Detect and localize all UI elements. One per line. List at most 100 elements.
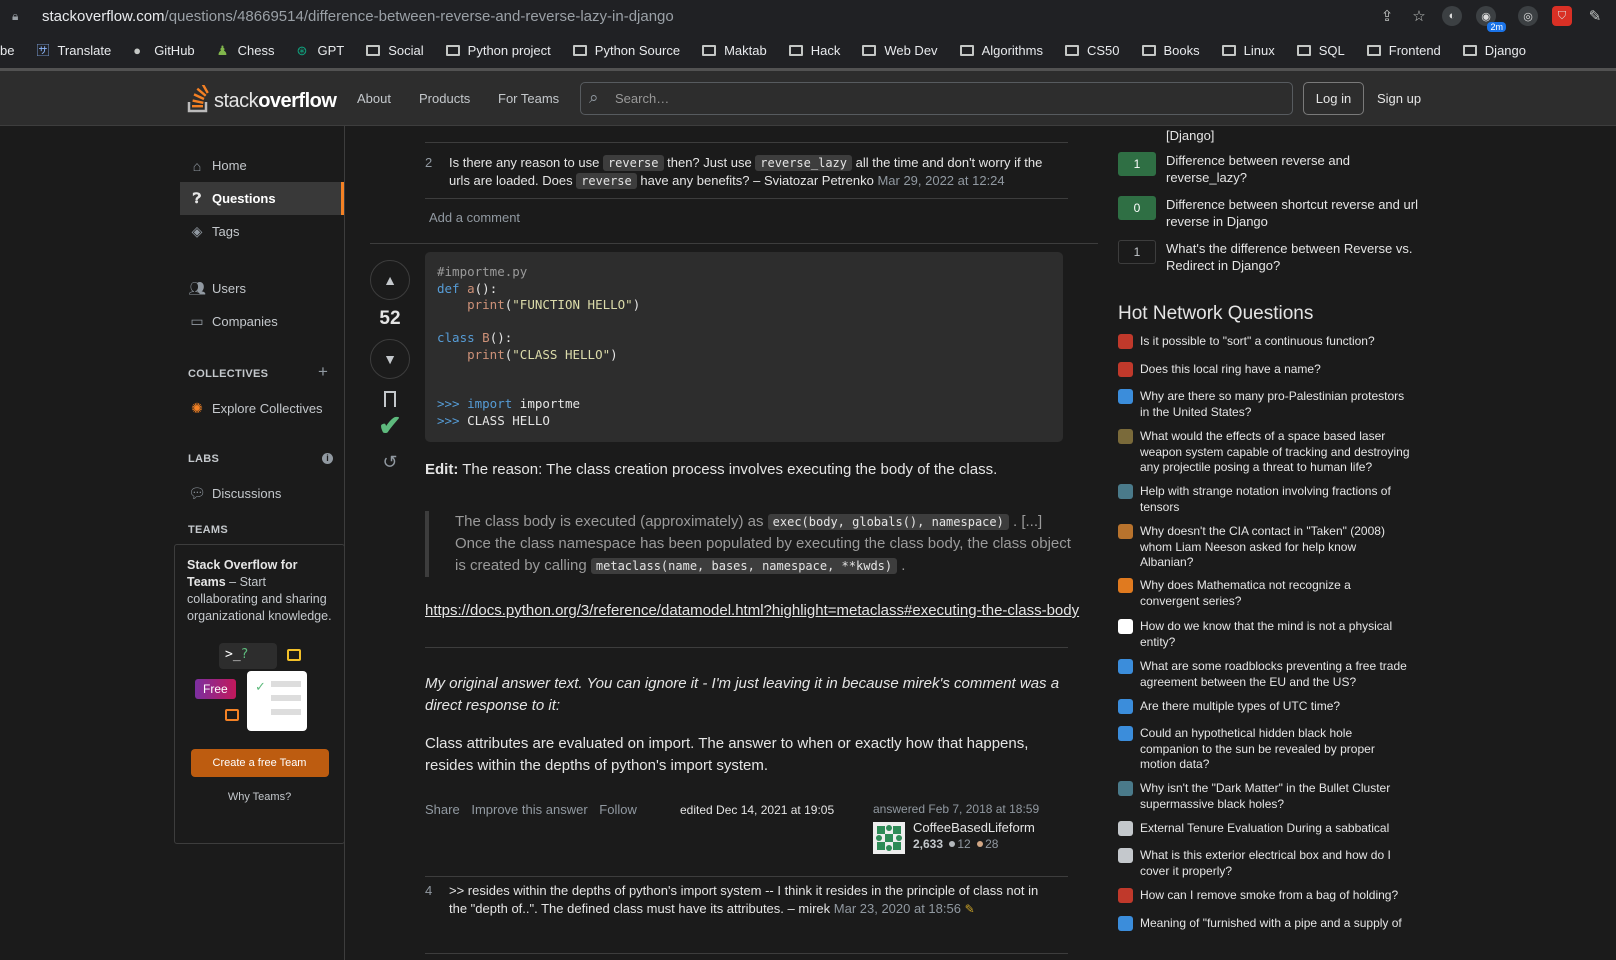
bookmark-item[interactable]: Python Source xyxy=(572,43,680,58)
bookmark-item[interactable]: Books xyxy=(1141,43,1200,58)
hot-network-title: Hot Network Questions xyxy=(1118,303,1314,324)
create-team-button[interactable]: Create a free Team xyxy=(190,749,329,777)
related-title[interactable]: Difference between reverse and reverse_l… xyxy=(1166,152,1418,186)
bookmark-item[interactable]: ⊛ GPT xyxy=(297,43,345,58)
hot-question-title[interactable]: Meaning of "furnished with a pipe and a … xyxy=(1140,916,1410,932)
share-icon[interactable]: ⇪ xyxy=(1378,7,1396,25)
sidebar-item-home[interactable]: ⌂ Home xyxy=(180,149,344,182)
inline-code: reverse xyxy=(576,173,637,189)
hot-question-title[interactable]: Why are there so many pro-Palestinian pr… xyxy=(1140,389,1410,420)
bookmark-item[interactable]: SQL xyxy=(1296,43,1345,58)
edited-link[interactable]: edited Dec 14, 2021 at 19:05 xyxy=(680,803,834,817)
related-fragment[interactable]: [Django] xyxy=(1166,128,1214,143)
bookmark-item[interactable]: Linux xyxy=(1221,43,1275,58)
hot-question-title[interactable]: Why doesn't the CIA contact in "Taken" (… xyxy=(1140,524,1410,571)
comment-author[interactable]: mirek xyxy=(798,901,830,916)
add-collective-icon[interactable]: + xyxy=(318,362,328,382)
bookmark-item[interactable]: ● GitHub xyxy=(133,43,194,58)
math-site-icon xyxy=(1118,362,1133,377)
sidebar-item-questions[interactable]: ❓︎ Questions xyxy=(180,182,344,215)
improve-link[interactable]: Improve this answer xyxy=(471,802,587,817)
comment-body: Is there any reason to use reverse then?… xyxy=(449,154,1059,190)
bookmark-item[interactable]: Django xyxy=(1462,43,1526,58)
info-icon[interactable]: i xyxy=(322,453,333,464)
answer-divider xyxy=(370,243,1098,244)
related-title[interactable]: What's the difference between Reverse vs… xyxy=(1166,240,1418,274)
why-teams-link[interactable]: Why Teams? xyxy=(187,791,332,803)
hot-question-title[interactable]: Why does Mathematica not recognize a con… xyxy=(1140,578,1410,609)
bookmark-item[interactable]: CS50 xyxy=(1064,43,1120,58)
star-icon[interactable]: ☆ xyxy=(1410,7,1428,25)
follow-link[interactable]: Follow xyxy=(599,802,637,817)
answered-date: answered Feb 7, 2018 at 18:59 xyxy=(873,802,1040,816)
bronze-badge-count: 28 xyxy=(985,837,999,851)
upvote-button[interactable]: ▲ xyxy=(370,260,410,300)
nav-about[interactable]: About xyxy=(357,71,391,126)
sidebar-item-tags[interactable]: ◈ Tags xyxy=(180,215,344,248)
arrow-up-icon: ▲ xyxy=(383,272,397,288)
bookmark-item[interactable]: be xyxy=(0,43,14,58)
shield-icon[interactable]: ⛉ xyxy=(1552,6,1572,26)
pencil-icon[interactable]: ✎ xyxy=(965,902,975,916)
bookmark-icon[interactable] xyxy=(384,391,396,407)
hot-question-title[interactable]: Help with strange notation involving fra… xyxy=(1140,484,1410,515)
bookmark-item[interactable]: Hack xyxy=(788,43,840,58)
history-icon[interactable]: ↺ xyxy=(370,452,410,473)
user-name[interactable]: CoffeeBasedLifeform xyxy=(913,820,1035,835)
bronze-badge-icon xyxy=(977,841,984,847)
search-input[interactable]: ⌕ Search… xyxy=(580,82,1293,115)
hot-question-title[interactable]: How do we know that the mind is not a ph… xyxy=(1140,619,1410,650)
code-prompt: >>> xyxy=(437,412,460,428)
hot-question-title[interactable]: Could an hypothetical hidden black hole … xyxy=(1140,726,1410,773)
bookmark-item[interactable]: ♟ Chess xyxy=(217,43,275,58)
reputation-score: 2,633 xyxy=(913,837,944,851)
comment-author[interactable]: Sviatozar Petrenko xyxy=(764,173,874,188)
docs-link[interactable]: https://docs.python.org/3/reference/data… xyxy=(425,602,1079,619)
comment-date[interactable]: Mar 23, 2020 at 18:56 xyxy=(834,901,961,916)
hot-question-title[interactable]: Are there multiple types of UTC time? xyxy=(1140,699,1410,715)
downvote-button[interactable]: ▼ xyxy=(370,339,410,379)
hot-question-title[interactable]: What is this exterior electrical box and… xyxy=(1140,848,1410,879)
bookmark-item[interactable]: Web Dev xyxy=(862,43,938,58)
hot-question-title[interactable]: Does this local ring have a name? xyxy=(1140,362,1410,378)
extension-icon-1[interactable]: ◐ xyxy=(1442,6,1462,26)
lock-icon: 🔒︎ xyxy=(12,8,19,23)
add-comment-link[interactable]: Add a comment xyxy=(429,210,520,225)
gpt-icon: ⊛ xyxy=(296,42,308,58)
login-button[interactable]: Log in xyxy=(1303,82,1364,115)
signup-button[interactable]: Sign up xyxy=(1371,82,1427,115)
comment-date[interactable]: Mar 29, 2022 at 12:24 xyxy=(877,173,1004,188)
comment: 4 >> resides within the depths of python… xyxy=(425,882,1065,922)
hot-question-title[interactable]: External Tenure Evaluation During a sabb… xyxy=(1140,821,1410,837)
extension-icon-2[interactable]: ◉ 2m xyxy=(1476,6,1506,32)
hot-question-title[interactable]: Why isn't the "Dark Matter" in the Bulle… xyxy=(1140,781,1410,812)
sidebar-item-companies[interactable]: ▭ Companies xyxy=(180,305,344,338)
eyedropper-icon[interactable]: ✎ xyxy=(1586,7,1604,25)
stackoverflow-logo[interactable]: stack overflow xyxy=(187,83,337,113)
hot-question-title[interactable]: What are some roadblocks preventing a fr… xyxy=(1140,659,1410,690)
sidebar-item-label: Discussions xyxy=(212,486,282,501)
extension-icon-3[interactable]: ◎ xyxy=(1518,6,1538,26)
share-link[interactable]: Share xyxy=(425,802,460,817)
code-block: #importme.py def a(): print("FUNCTION HE… xyxy=(425,252,1063,442)
nav-for-teams[interactable]: For Teams xyxy=(498,71,559,126)
code-function: a xyxy=(467,280,475,296)
bookmark-item[interactable]: Maktab xyxy=(702,43,767,58)
address-bar[interactable]: 🔒︎ stackoverflow.com/questions/48669514/… xyxy=(0,0,1616,32)
bookmark-item[interactable]: Frontend xyxy=(1366,43,1441,58)
related-title[interactable]: Difference between shortcut reverse and … xyxy=(1166,196,1418,230)
hot-question-title[interactable]: Is it possible to "sort" a continuous fu… xyxy=(1140,334,1410,350)
bookmark-item[interactable]: Algorithms xyxy=(959,43,1043,58)
nav-products[interactable]: Products xyxy=(419,71,470,126)
code-keyword: def xyxy=(437,280,460,296)
hot-question-title[interactable]: How can I remove smoke from a bag of hol… xyxy=(1140,888,1410,904)
sidebar-item-users[interactable]: 👥︎ Users xyxy=(180,272,344,305)
avatar[interactable] xyxy=(873,822,905,854)
sidebar-item-discussions[interactable]: 💬︎ Discussions xyxy=(180,477,344,510)
bookmark-item[interactable]: Python project xyxy=(445,43,551,58)
sidebar-item-explore-collectives[interactable]: ✺ Explore Collectives xyxy=(180,392,344,425)
bookmark-item[interactable]: Social xyxy=(366,43,424,58)
bookmark-item[interactable]: 🈂︎ Translate xyxy=(36,43,111,58)
code-module: importme xyxy=(519,396,581,411)
hot-question-title[interactable]: What would the effects of a space based … xyxy=(1140,429,1410,476)
